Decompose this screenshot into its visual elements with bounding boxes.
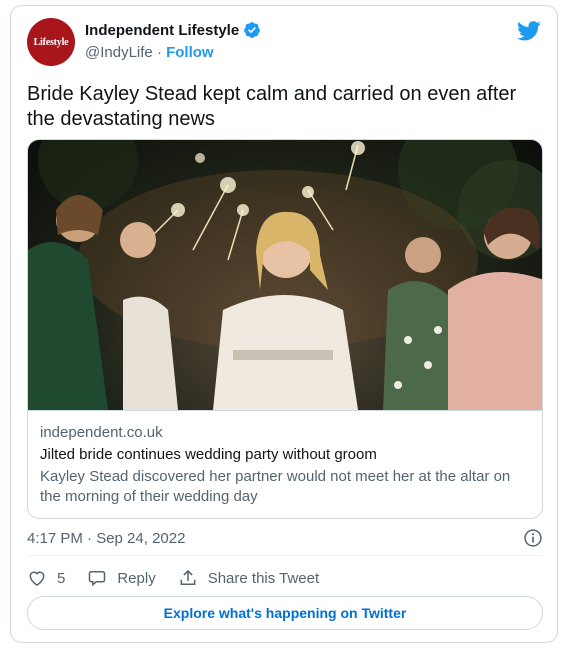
handle-row: @IndyLife · Follow <box>85 44 214 61</box>
reply-label: Reply <box>117 569 156 587</box>
link-preview-card[interactable]: independent.co.uk Jilted bride continues… <box>27 139 543 519</box>
link-domain: independent.co.uk <box>40 424 163 441</box>
verified-badge-icon <box>244 22 261 38</box>
actions-row: 5 Reply Share this Tweet <box>27 566 319 590</box>
share-upload-icon <box>180 569 196 585</box>
like-count: 5 <box>57 569 66 587</box>
tweet-text: Bride Kayley Stead kept calm and carried… <box>27 83 517 130</box>
divider <box>27 555 543 556</box>
twitter-bird-icon[interactable] <box>517 20 541 42</box>
share-button[interactable]: Share this Tweet <box>178 568 319 588</box>
avatar[interactable]: Lifestyle <box>27 18 75 66</box>
tweet-timestamp[interactable]: 4:17 PM · Sep 24, 2022 <box>27 530 185 547</box>
timestamp-row: 4:17 PM · Sep 24, 2022 <box>27 526 543 550</box>
display-name[interactable]: Independent Lifestyle <box>85 22 239 39</box>
link-preview-meta[interactable]: independent.co.uk Jilted bride continues… <box>28 410 542 518</box>
embedded-tweet-card: Lifestyle Independent Lifestyle @IndyLif… <box>10 5 558 643</box>
link-title: Jilted bride continues wedding party wit… <box>40 446 377 463</box>
share-label: Share this Tweet <box>207 569 320 587</box>
separator-dot: · <box>156 44 162 61</box>
like-button[interactable]: 5 <box>27 568 65 588</box>
info-icon[interactable] <box>523 528 543 548</box>
avatar-logo-text: Lifestyle <box>33 36 69 48</box>
reply-button[interactable]: Reply <box>87 568 156 588</box>
speech-bubble-icon <box>89 571 106 587</box>
link-preview-image <box>28 140 542 410</box>
heart-icon <box>29 571 45 586</box>
handle[interactable]: @IndyLife <box>85 44 153 61</box>
explore-twitter-button[interactable]: Explore what's happening on Twitter <box>27 596 543 630</box>
display-name-row[interactable]: Independent Lifestyle <box>85 21 261 39</box>
follow-link[interactable]: Follow <box>166 44 214 61</box>
wedding-photo-illustration <box>28 140 542 410</box>
link-description: Kayley Stead discovered her partner woul… <box>40 468 511 505</box>
